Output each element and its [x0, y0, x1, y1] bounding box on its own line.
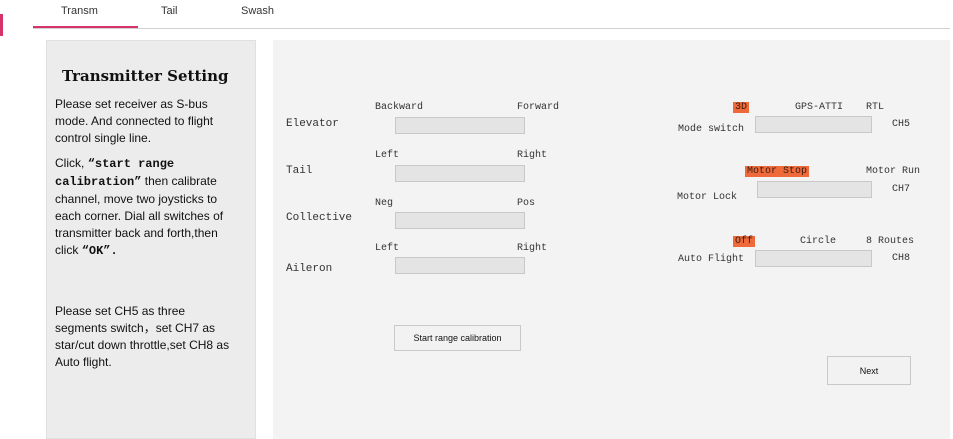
collective-max-label: Pos	[517, 198, 536, 209]
mode-option-gps-atti: GPS-ATTI	[795, 102, 844, 113]
auto-flight-option-circle: Circle	[800, 236, 837, 247]
tail-label: Tail	[286, 165, 313, 177]
mode-switch-label: Mode switch	[678, 124, 745, 135]
aileron-label: Aileron	[286, 263, 333, 275]
tail-max-label: Right	[517, 150, 548, 161]
elevator-channel-bar	[395, 117, 525, 134]
collective-channel-bar	[395, 212, 525, 229]
mode-switch-channel: CH5	[892, 119, 911, 130]
mode-option-rtl: RTL	[866, 102, 885, 113]
mode-switch-bar	[755, 116, 872, 133]
window-left-accent	[0, 14, 3, 36]
instructions-paragraph-1: Please set receiver as S-bus mode. And c…	[55, 97, 214, 145]
auto-flight-option-8-routes: 8 Routes	[866, 236, 915, 247]
collective-label: Collective	[286, 212, 353, 224]
collective-min-label: Neg	[375, 198, 394, 209]
instructions-paragraph-3: Please set CH5 as three segments switch，…	[55, 304, 230, 369]
tab-tail[interactable]: Tail	[161, 5, 178, 17]
instructions-paragraph-2: Click, “start range calibration” then ca…	[55, 155, 240, 260]
elevator-max-label: Forward	[517, 102, 560, 113]
auto-flight-channel: CH8	[892, 253, 911, 264]
instructions-title: Transmitter Setting	[62, 67, 229, 85]
tail-min-label: Left	[375, 150, 400, 161]
instructions-ok-keyword: “OK”.	[81, 244, 118, 258]
tab-transmitter[interactable]: Transm	[61, 5, 98, 17]
auto-flight-option-off: Off	[733, 236, 756, 247]
start-range-calibration-button[interactable]: Start range calibration	[394, 325, 521, 351]
motor-option-stop: Motor Stop	[745, 166, 810, 177]
auto-flight-label: Auto Flight	[678, 254, 745, 265]
aileron-min-label: Left	[375, 243, 400, 254]
aileron-max-label: Right	[517, 243, 548, 254]
motor-lock-label: Motor Lock	[677, 192, 738, 203]
instructions-click-text: Click,	[55, 156, 85, 170]
next-button[interactable]: Next	[827, 356, 911, 385]
motor-lock-channel: CH7	[892, 184, 911, 195]
motor-option-run: Motor Run	[866, 166, 921, 177]
elevator-label: Elevator	[286, 118, 339, 130]
tab-bar-divider	[33, 28, 950, 29]
tab-swash[interactable]: Swash	[241, 5, 274, 17]
elevator-min-label: Backward	[375, 102, 424, 113]
aileron-channel-bar	[395, 257, 525, 274]
tail-channel-bar	[395, 165, 525, 182]
mode-option-3d: 3D	[733, 102, 750, 113]
auto-flight-bar	[755, 250, 872, 267]
motor-lock-bar	[757, 181, 872, 198]
